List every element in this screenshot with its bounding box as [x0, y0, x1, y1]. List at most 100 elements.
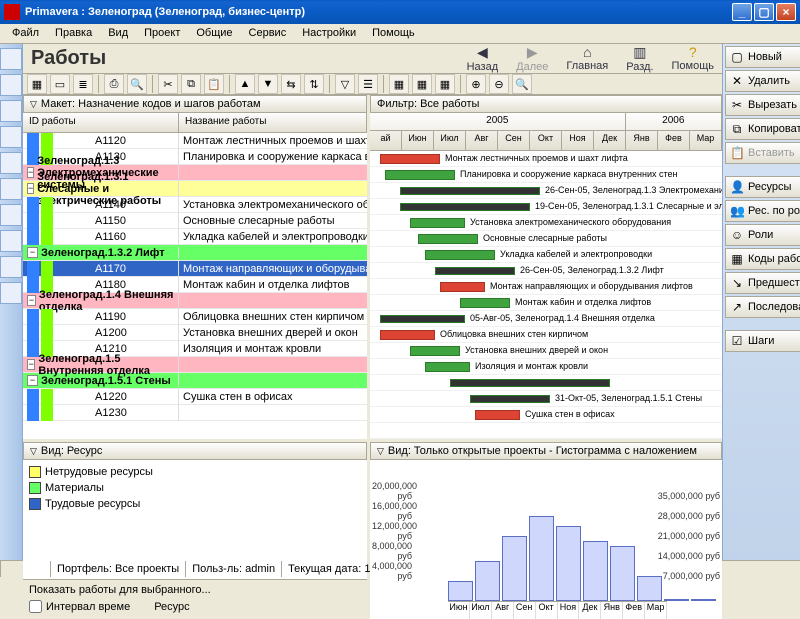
gantt-bar[interactable] — [435, 267, 515, 275]
activity-row[interactable]: A1170Монтаж направляющих и оборудывания … — [23, 261, 367, 277]
action-steps[interactable]: ☑Шаги — [725, 330, 800, 352]
gantt-bar[interactable] — [380, 315, 465, 323]
tb-filter[interactable]: ▽ — [335, 74, 355, 94]
activity-row[interactable]: A1220Сушка стен в офисах — [23, 389, 367, 405]
activity-row[interactable]: A1190Облицовка внешних стен кирпичом — [23, 309, 367, 325]
tb-d[interactable]: ⇅ — [304, 74, 324, 94]
gantt-bar[interactable] — [380, 154, 440, 164]
tb-f[interactable]: ▦ — [389, 74, 409, 94]
collapse-icon[interactable]: − — [27, 295, 36, 306]
action-predecessors[interactable]: ↘Предшествен... — [725, 272, 800, 294]
tb-zoomin[interactable]: ⊕ — [466, 74, 486, 94]
action-delete[interactable]: ✕Удалить — [725, 70, 800, 92]
collapse-icon[interactable]: − — [27, 183, 34, 194]
resource-view-header[interactable]: ▽Вид: Ресурс — [23, 442, 367, 460]
tb-h[interactable]: ▦ — [435, 74, 455, 94]
menu-enterprise[interactable]: Общие — [188, 24, 240, 43]
tb-paste[interactable]: 📋 — [204, 74, 224, 94]
layout-header[interactable]: ▽Макет: Назначение кодов и шагов работам — [23, 95, 367, 113]
menu-help[interactable]: Помощь — [364, 24, 423, 43]
menu-admin[interactable]: Настройки — [294, 24, 364, 43]
wbs-row[interactable]: −Зеленоград.1.5 Внутренняя отделка — [23, 357, 367, 373]
action-cut[interactable]: ✂Вырезать — [725, 94, 800, 116]
gantt-body[interactable]: Монтаж лестничных проемов и шахт лифтаПл… — [370, 151, 722, 439]
action-codes[interactable]: ▦Коды работ — [725, 248, 800, 270]
wbs-row[interactable]: −Зеленоград.1.3.2 Лифт — [23, 245, 367, 261]
activity-row[interactable]: A1200Установка внешних дверей и окон — [23, 325, 367, 341]
side-btn-2[interactable] — [0, 74, 22, 96]
tb-a[interactable]: ▲ — [235, 74, 255, 94]
nav-home[interactable]: ⌂Главная — [566, 44, 608, 73]
activity-row[interactable]: A1150Основные слесарные работы — [23, 213, 367, 229]
side-btn-6[interactable] — [0, 178, 22, 200]
gantt-bar[interactable] — [400, 203, 530, 211]
gantt-bar[interactable] — [418, 234, 478, 244]
tb-c[interactable]: ⇆ — [281, 74, 301, 94]
interval-checkbox[interactable] — [29, 600, 42, 613]
activity-row[interactable]: A1120Монтаж лестничных проемов и шахт ли… — [23, 133, 367, 149]
tb-preview[interactable]: 🔍 — [127, 74, 147, 94]
tb-e[interactable]: ☰ — [358, 74, 378, 94]
collapse-icon[interactable]: − — [27, 359, 35, 370]
menu-edit[interactable]: Правка — [47, 24, 100, 43]
side-btn-4[interactable] — [0, 126, 22, 148]
action-copy[interactable]: ⧉Копировать — [725, 118, 800, 140]
nav-help[interactable]: ?Помощь — [672, 44, 715, 73]
filter-header[interactable]: Фильтр: Все работы — [370, 95, 722, 113]
wbs-row[interactable]: −Зеленоград.1.4 Внешняя отделка — [23, 293, 367, 309]
menu-file[interactable]: Файл — [4, 24, 47, 43]
side-btn-8[interactable] — [0, 230, 22, 252]
gantt-bar[interactable] — [410, 346, 460, 356]
show-activities-link[interactable]: Показать работы для выбранного... — [29, 584, 361, 596]
gantt-bar[interactable] — [425, 362, 470, 372]
tb-3[interactable]: ≣ — [73, 74, 93, 94]
maximize-button[interactable]: ▢ — [754, 3, 774, 21]
gantt-bar[interactable] — [425, 250, 495, 260]
tb-g[interactable]: ▦ — [412, 74, 432, 94]
tb-1[interactable]: ▦ — [27, 74, 47, 94]
gantt-bar[interactable] — [385, 170, 455, 180]
side-btn-5[interactable] — [0, 152, 22, 174]
menu-view[interactable]: Вид — [100, 24, 136, 43]
side-btn-9[interactable] — [0, 256, 22, 278]
activity-row[interactable]: A1140Установка электромеханического обор… — [23, 197, 367, 213]
tb-zoom[interactable]: 🔍 — [512, 74, 532, 94]
wbs-row[interactable]: −Зеленоград.1.3.1 Слесарные и электричес… — [23, 181, 367, 197]
collapse-icon[interactable]: − — [27, 247, 38, 258]
activity-row[interactable]: A1230 — [23, 405, 367, 421]
nav-dir[interactable]: ▥Разд. — [626, 44, 653, 73]
col-id[interactable]: ID работы — [23, 113, 179, 132]
wbs-row[interactable]: −Зеленоград.1.5.1 Стены — [23, 373, 367, 389]
menu-project[interactable]: Проект — [136, 24, 188, 43]
side-btn-3[interactable] — [0, 100, 22, 122]
menu-tools[interactable]: Сервис — [241, 24, 295, 43]
tb-cut[interactable]: ✂ — [158, 74, 178, 94]
action-successors[interactable]: ↗Последователи — [725, 296, 800, 318]
side-btn-1[interactable] — [0, 48, 22, 70]
action-roles[interactable]: ☺Роли — [725, 224, 800, 246]
gantt-bar[interactable] — [440, 282, 485, 292]
minimize-button[interactable]: _ — [732, 3, 752, 21]
tb-2[interactable]: ▭ — [50, 74, 70, 94]
action-new[interactable]: ▢Новый — [725, 46, 800, 68]
gantt-bar[interactable] — [410, 218, 465, 228]
col-name[interactable]: Название работы — [179, 113, 367, 132]
close-button[interactable]: × — [776, 3, 796, 21]
activity-row[interactable]: A1160Укладка кабелей и электропроводки — [23, 229, 367, 245]
side-btn-7[interactable] — [0, 204, 22, 226]
gantt-bar[interactable] — [380, 330, 435, 340]
gantt-bar[interactable] — [450, 379, 610, 387]
gantt-bar[interactable] — [400, 187, 540, 195]
nav-forward[interactable]: ▶Далее — [516, 44, 548, 73]
gantt-bar[interactable] — [475, 410, 520, 420]
histogram-chart[interactable]: 4,000,000 руб8,000,000 руб12,000,000 руб… — [370, 460, 722, 619]
tb-zoomout[interactable]: ⊖ — [489, 74, 509, 94]
action-res-by-role[interactable]: 👥Рес. по роли — [725, 200, 800, 222]
tb-print[interactable]: ⎙ — [104, 74, 124, 94]
tb-copy[interactable]: ⧉ — [181, 74, 201, 94]
action-resources[interactable]: 👤Ресурсы — [725, 176, 800, 198]
nav-back[interactable]: ◀Назад — [467, 44, 499, 73]
collapse-icon[interactable]: − — [27, 375, 38, 386]
tb-b[interactable]: ▼ — [258, 74, 278, 94]
gantt-bar[interactable] — [470, 395, 550, 403]
